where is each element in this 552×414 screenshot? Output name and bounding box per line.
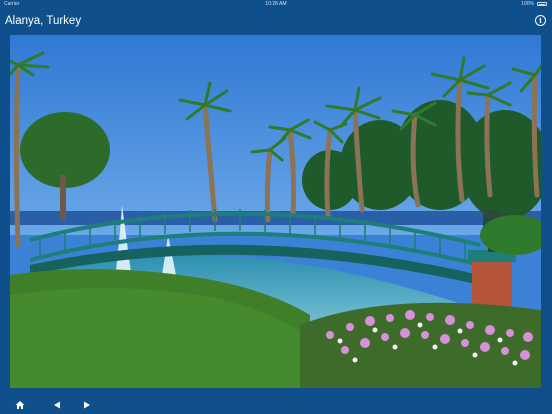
next-button[interactable] bbox=[82, 400, 92, 410]
battery-icon bbox=[537, 2, 547, 6]
photo-view[interactable] bbox=[10, 35, 541, 388]
battery-percent: 100% bbox=[521, 1, 534, 7]
previous-button[interactable] bbox=[52, 400, 62, 410]
info-button[interactable]: i bbox=[535, 15, 546, 26]
clock: 10:28 AM bbox=[265, 1, 287, 7]
page-title: Alanya, Turkey bbox=[5, 15, 82, 27]
status-bar: Carrier 10:28 AM 100% bbox=[0, 0, 552, 8]
navigation-bar: Alanya, Turkey i bbox=[0, 8, 552, 34]
home-button[interactable] bbox=[15, 400, 25, 410]
bottom-toolbar bbox=[0, 396, 552, 414]
home-icon bbox=[15, 401, 25, 409]
arrow-right-icon bbox=[84, 401, 90, 409]
arrow-left-icon bbox=[54, 401, 60, 409]
info-icon: i bbox=[539, 16, 542, 25]
landscape-photo bbox=[10, 35, 541, 388]
